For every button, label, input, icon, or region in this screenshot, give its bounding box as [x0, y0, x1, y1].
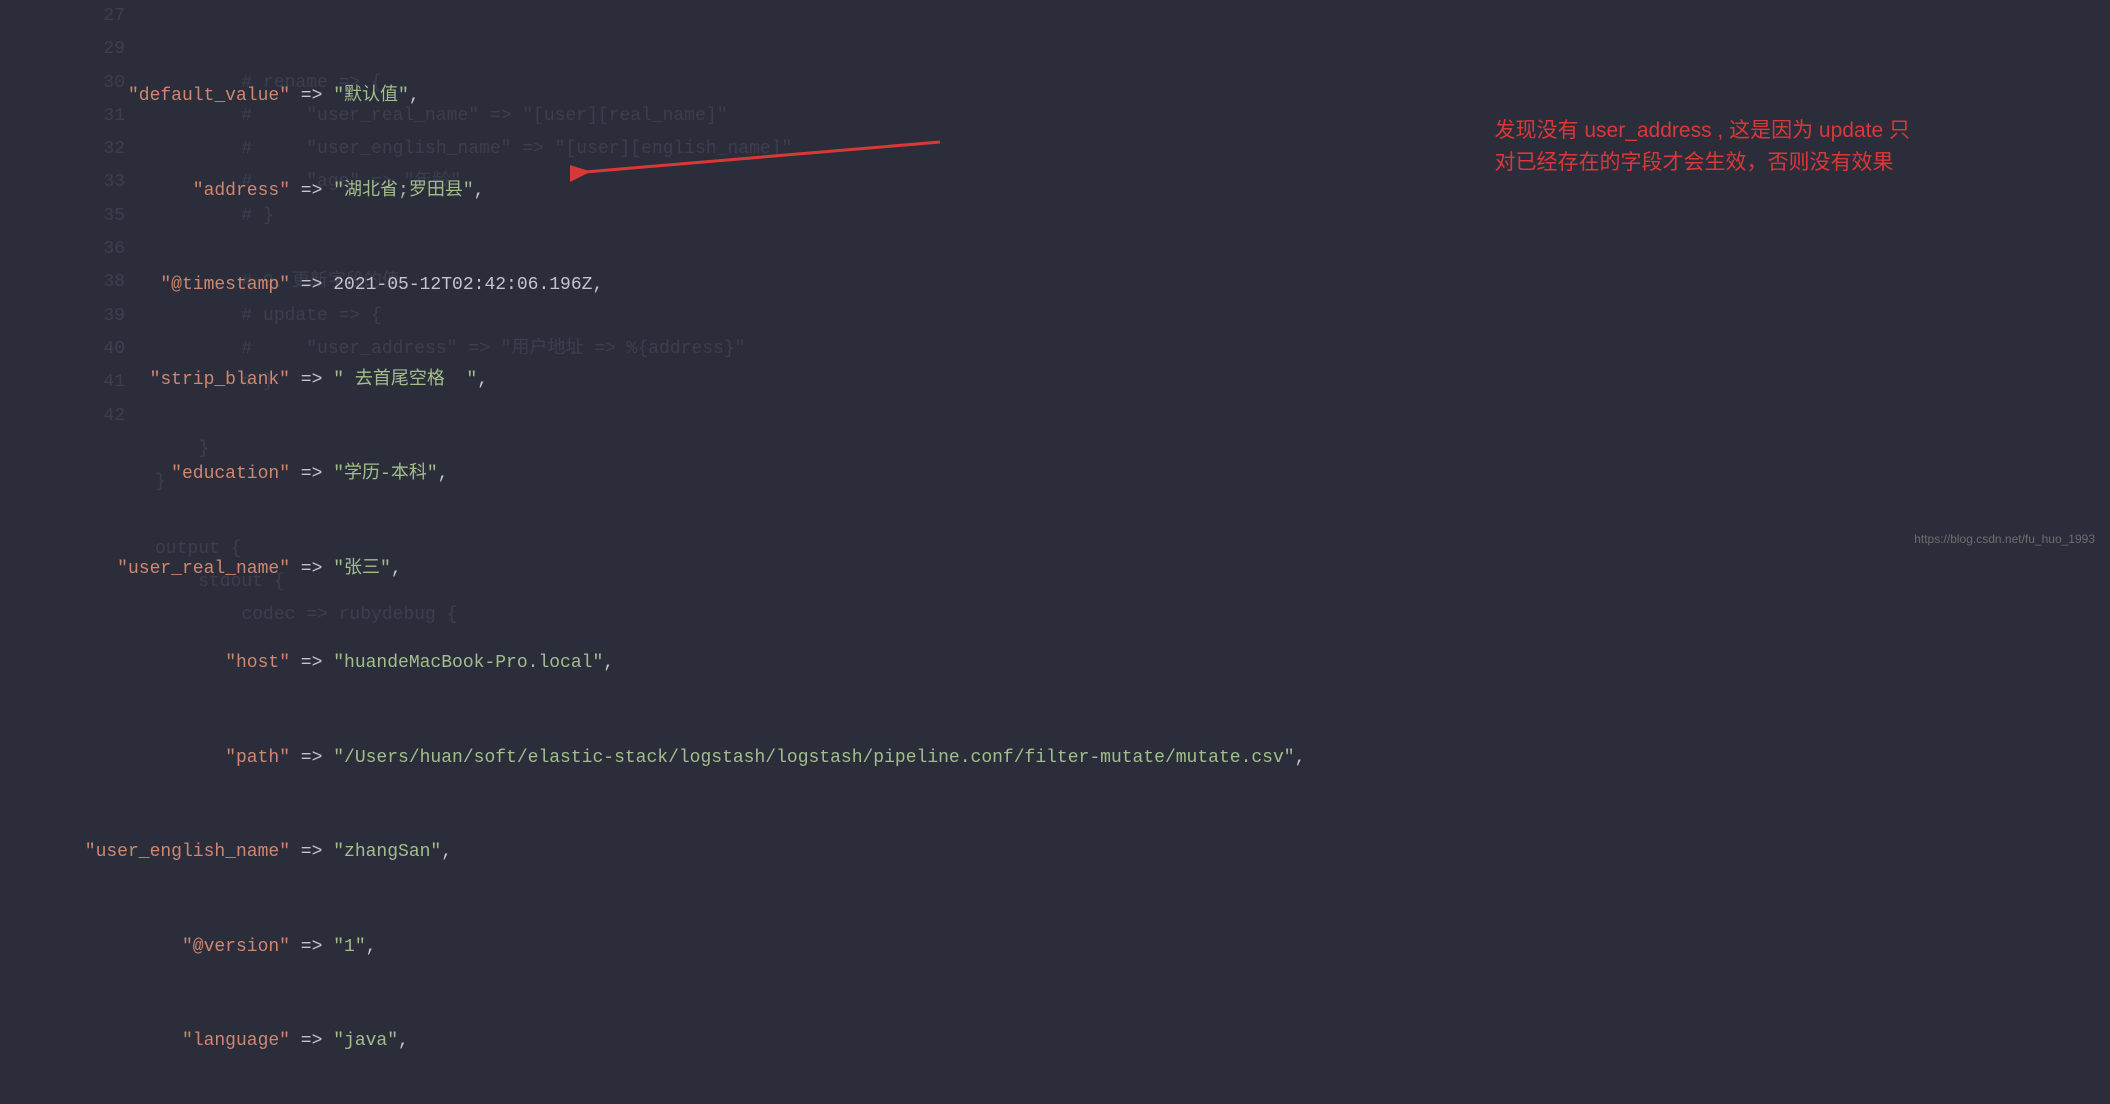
output-row: "education" => "学历-本科", [0, 459, 1305, 491]
output-row: "path" => "/Users/huan/soft/elastic-stac… [0, 743, 1305, 775]
output-row: "strip_blank" => " 去首尾空格 ", [0, 365, 1305, 397]
watermark-text: https://blog.csdn.net/fu_huo_1993 [1914, 532, 2095, 546]
foreground-output: "default_value" => "默认值", "address" => "… [0, 18, 1305, 1104]
output-row: "user_real_name" => "张三", [0, 554, 1305, 586]
output-row: "address" => "湖北省;罗田县", [0, 176, 1305, 208]
output-row: "language" => "java", [0, 1026, 1305, 1058]
output-row: "user_english_name" => "zhangSan", [0, 837, 1305, 869]
output-row: "@version" => "1", [0, 932, 1305, 964]
output-row: "default_value" => "默认值", [0, 81, 1305, 113]
output-row: "host" => "huandeMacBook-Pro.local", [0, 648, 1305, 680]
annotation-text: 发现没有 user_address , 这是因为 update 只 对已经存在的… [1495, 115, 1910, 178]
output-row: "@timestamp" => 2021-05-12T02:42:06.196Z… [0, 270, 1305, 302]
